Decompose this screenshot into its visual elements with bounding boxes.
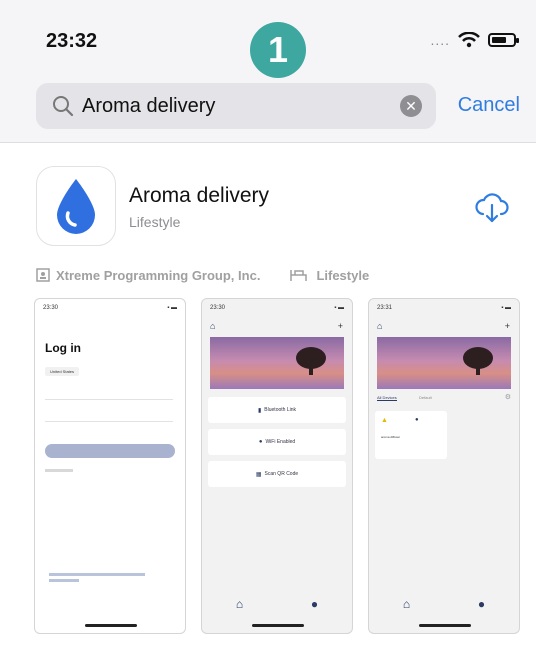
screenshot-login[interactable]: 23:30 ▪ ▬ Log in United States bbox=[34, 298, 186, 634]
forgot-link bbox=[45, 469, 73, 472]
app-icon[interactable] bbox=[36, 166, 116, 246]
device-card: ▲ ● aroma diffuser bbox=[375, 411, 447, 459]
hero-banner bbox=[210, 337, 344, 389]
card-wifi: ● WiFi Enabled bbox=[208, 429, 346, 455]
region-selector: United States bbox=[45, 367, 80, 376]
tab-all-devices: All Devices bbox=[377, 395, 397, 401]
add-icon: + bbox=[504, 321, 510, 331]
card-label: Bluetooth Link bbox=[264, 407, 296, 413]
card-label: Scan QR Code bbox=[264, 471, 299, 477]
shot-time: 23:31 bbox=[377, 305, 393, 311]
shot-signal: ▪ ▬ bbox=[167, 305, 177, 311]
password-field bbox=[45, 413, 173, 422]
search-input[interactable]: Aroma delivery bbox=[82, 95, 215, 118]
agreement-text bbox=[49, 573, 145, 576]
developer-icon bbox=[36, 268, 50, 282]
card-label: WiFi Enabled bbox=[265, 439, 296, 445]
agreement-text bbox=[49, 579, 79, 582]
shot-signal: ▪ ▬ bbox=[501, 305, 511, 311]
screenshot-devices[interactable]: 23:31 ▪ ▬ ⌂ + All Devices Default ⚙ ▲ ● … bbox=[368, 298, 520, 634]
profile-tab-icon: ● bbox=[477, 597, 486, 611]
settings-icon: ⚙ bbox=[504, 394, 511, 401]
app-meta: Xtreme Programming Group, Inc. Lifestyle bbox=[36, 265, 516, 285]
clear-icon[interactable]: ✕ bbox=[400, 95, 422, 117]
status-time: 23:32 bbox=[46, 30, 98, 52]
status-icons: .... bbox=[430, 32, 519, 48]
developer-name: Xtreme Programming Group, Inc. bbox=[56, 267, 261, 283]
home-indicator bbox=[252, 624, 304, 627]
card-qr: ▦ Scan QR Code bbox=[208, 461, 346, 487]
home-icon: ⌂ bbox=[210, 321, 216, 331]
tab-bar: ⌂ ● bbox=[202, 589, 352, 619]
screenshot-home[interactable]: 23:30 ▪ ▬ ⌂ + ▮ Bluetooth Link ● WiFi En… bbox=[201, 298, 353, 634]
genre-icon bbox=[290, 270, 308, 281]
screenshot-gallery[interactable]: 23:30 ▪ ▬ Log in United States 23:30 ▪ ▬… bbox=[34, 298, 520, 634]
add-icon: + bbox=[337, 321, 343, 331]
signal-dots: .... bbox=[430, 32, 450, 48]
cloud-download-icon[interactable] bbox=[474, 192, 510, 224]
genre-label: Lifestyle bbox=[316, 267, 370, 283]
bluetooth-icon: ▮ bbox=[257, 407, 262, 414]
home-icon: ⌂ bbox=[377, 321, 383, 331]
phone-screen: 23:32 1 .... Aroma delivery ✕ Cancel Aro… bbox=[0, 0, 536, 661]
search-icon bbox=[53, 96, 74, 117]
tree-trunk bbox=[476, 365, 480, 375]
tab-default: Default bbox=[419, 395, 432, 400]
warning-icon: ▲ bbox=[381, 417, 388, 424]
wifi-icon bbox=[458, 32, 480, 48]
search-bar[interactable]: Aroma delivery ✕ bbox=[36, 83, 436, 129]
device-name: aroma diffuser bbox=[381, 435, 401, 439]
tab-bar: ⌂ ● bbox=[369, 589, 519, 619]
shot-signal: ▪ ▬ bbox=[334, 305, 344, 311]
app-category: Lifestyle bbox=[129, 214, 181, 230]
profile-tab-icon: ● bbox=[310, 597, 319, 611]
account-field bbox=[45, 391, 173, 400]
qr-icon: ▦ bbox=[255, 471, 262, 478]
app-name[interactable]: Aroma delivery bbox=[129, 184, 269, 208]
top-bar: 23:32 1 .... Aroma delivery ✕ Cancel bbox=[0, 0, 536, 143]
login-button bbox=[45, 444, 175, 458]
tree-trunk bbox=[309, 365, 313, 375]
step-badge: 1 bbox=[250, 22, 306, 78]
shot-time: 23:30 bbox=[210, 305, 226, 311]
home-indicator bbox=[419, 624, 471, 627]
power-icon: ● bbox=[415, 417, 419, 423]
hero-banner bbox=[377, 337, 511, 389]
home-indicator bbox=[85, 624, 137, 627]
shot-time: 23:30 bbox=[43, 305, 59, 311]
cancel-button[interactable]: Cancel bbox=[458, 94, 520, 117]
login-title: Log in bbox=[45, 341, 81, 355]
water-drop-icon bbox=[57, 179, 95, 234]
app-result[interactable]: Aroma delivery Lifestyle bbox=[36, 166, 526, 246]
battery-icon bbox=[488, 33, 519, 47]
home-tab-icon: ⌂ bbox=[235, 597, 244, 611]
home-tab-icon: ⌂ bbox=[402, 597, 411, 611]
card-bluetooth: ▮ Bluetooth Link bbox=[208, 397, 346, 423]
wifi-icon: ● bbox=[258, 439, 263, 445]
